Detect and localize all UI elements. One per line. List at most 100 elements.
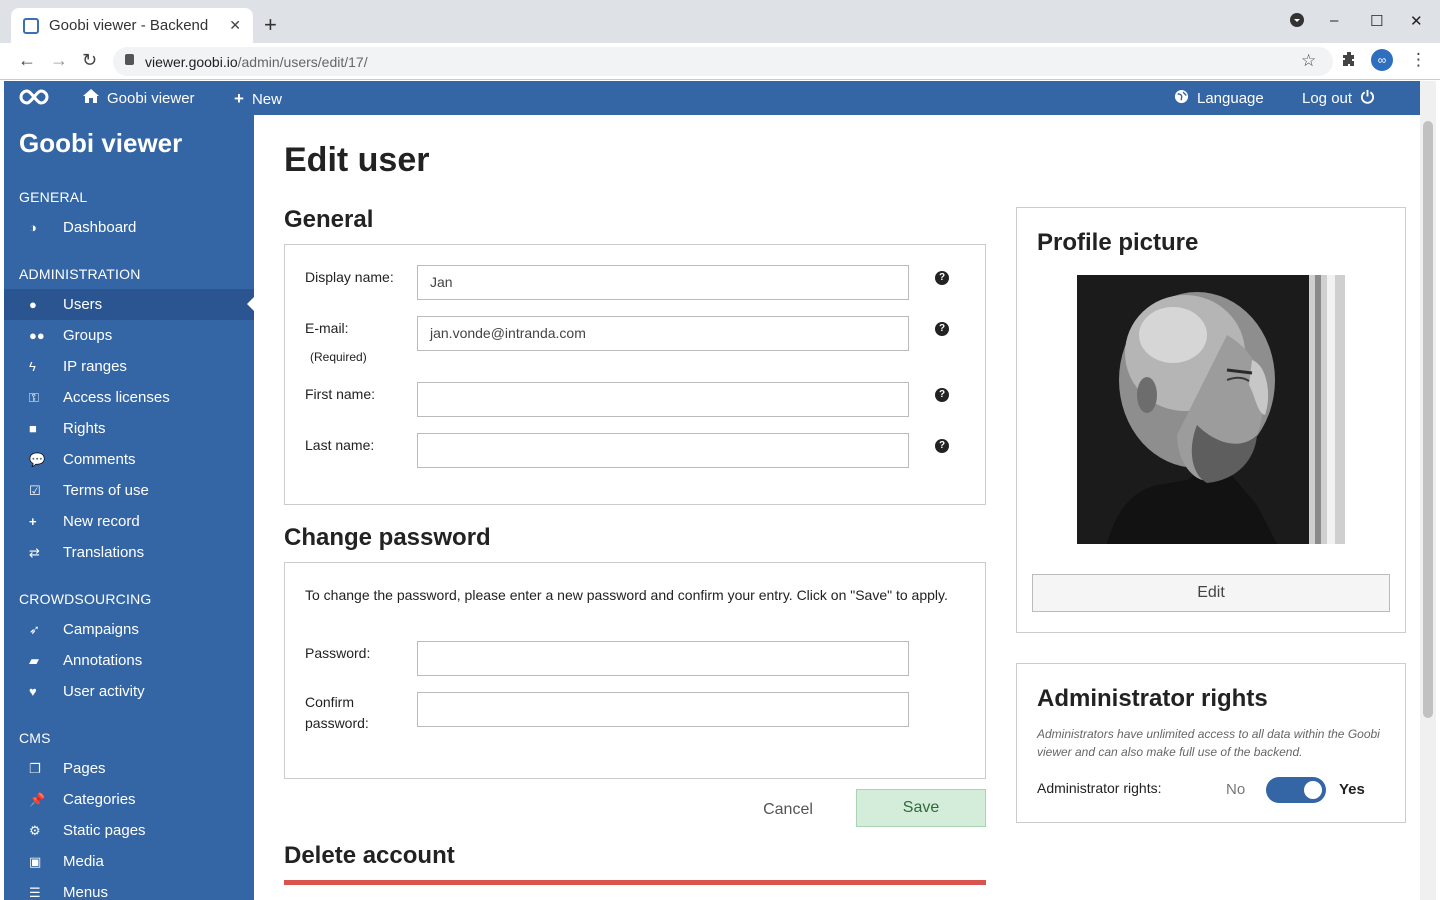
sidebar-item-static-pages[interactable]: ⚙ Static pages <box>4 815 254 846</box>
help-icon[interactable]: ? <box>935 439 949 453</box>
sidebar-item-translations[interactable]: ⇄ Translations <box>4 537 254 568</box>
page-title: Edit user <box>284 141 430 179</box>
favicon-icon <box>23 17 39 34</box>
nav-goobi-viewer-link[interactable]: Goobi viewer <box>83 89 195 107</box>
sidebar-item-groups[interactable]: ●● Groups <box>4 320 254 351</box>
section-general: GENERAL <box>19 189 88 205</box>
sidebar-item-rights[interactable]: ■ Rights <box>4 413 254 444</box>
maximize-icon[interactable]: ☐ <box>1370 12 1383 30</box>
comment-icon: 💬 <box>29 451 46 467</box>
toggle-yes-label: Yes <box>1339 781 1365 798</box>
edit-profile-picture-button[interactable]: Edit <box>1032 574 1390 612</box>
sidebar-item-label: Media <box>63 853 104 870</box>
nav-new-button[interactable]: + New <box>234 89 282 109</box>
first-name-field[interactable] <box>417 382 909 417</box>
reload-icon[interactable]: ↻ <box>82 50 97 71</box>
save-button[interactable]: Save <box>856 789 986 827</box>
sidebar-item-categories[interactable]: 📌 Categories <box>4 784 254 815</box>
last-name-field[interactable] <box>417 433 909 468</box>
plus-icon: + <box>29 514 37 529</box>
display-name-label: Display name: <box>305 269 394 285</box>
change-password-heading: Change password <box>284 524 491 551</box>
toggle-no-label: No <box>1226 781 1246 798</box>
address-bar[interactable]: viewer.goobi.io/admin/users/edit/17/ <box>113 47 1333 76</box>
language-menu[interactable]: Language <box>1174 89 1264 108</box>
tab-title: Goobi viewer - Backend <box>49 17 209 34</box>
sidebar-item-users[interactable]: ● Users <box>4 289 254 320</box>
profile-picture-panel: Profile picture Edit <box>1016 207 1406 633</box>
rocket-icon: ➶ <box>29 621 40 637</box>
sidebar-item-label: Terms of use <box>63 482 149 499</box>
sidebar-item-dashboard[interactable]: ◑ Dashboard <box>4 212 254 243</box>
new-tab-icon[interactable]: + <box>264 12 277 38</box>
section-crowdsourcing: CROWDSOURCING <box>19 591 152 607</box>
admin-rights-note: Administrators have unlimited access to … <box>1037 727 1380 759</box>
sidebar-item-label: Static pages <box>63 822 146 839</box>
sidebar-item-label: Rights <box>63 420 106 437</box>
sidebar-item-ip-ranges[interactable]: ϟ IP ranges <box>4 351 254 382</box>
extensions-icon[interactable] <box>1341 51 1357 72</box>
cancel-button[interactable]: Cancel <box>738 792 838 828</box>
email-label: E-mail: <box>305 320 349 336</box>
back-icon[interactable]: ← <box>18 50 36 71</box>
sidebar-item-media[interactable]: ▣ Media <box>4 846 254 877</box>
sidebar-item-new-record[interactable]: + New record <box>4 506 254 537</box>
confirm-password-field[interactable] <box>417 692 909 727</box>
profile-avatar-icon[interactable]: ∞ <box>1371 49 1393 71</box>
sidebar-item-menus[interactable]: ☰ Menus <box>4 877 254 900</box>
sidebar-item-label: Groups <box>63 327 113 344</box>
globe-icon <box>1174 89 1189 108</box>
sidebar-item-annotations[interactable]: ▰ Annotations <box>4 645 254 676</box>
password-panel: To change the password, please enter a n… <box>284 562 986 779</box>
plus-icon: + <box>234 89 244 108</box>
sidebar-item-label: Comments <box>63 451 136 468</box>
sidebar-item-comments[interactable]: 💬 Comments <box>4 444 254 475</box>
cogs-icon: ⚙ <box>29 822 41 838</box>
sidebar-item-pages[interactable]: ❐ Pages <box>4 753 254 784</box>
admin-rights-toggle[interactable] <box>1266 777 1326 803</box>
admin-rights-panel: Administrator rights Administrators have… <box>1016 663 1406 823</box>
display-name-field[interactable]: Jan <box>417 265 909 300</box>
help-icon[interactable]: ? <box>935 388 949 402</box>
home-icon <box>83 89 99 107</box>
last-name-label: Last name: <box>305 437 375 453</box>
app-top-nav: Goobi viewer + New Language Log out <box>4 81 1420 115</box>
page-scrollbar[interactable] <box>1420 81 1436 900</box>
logout-button[interactable]: Log out <box>1302 89 1375 108</box>
help-icon[interactable]: ? <box>935 322 949 336</box>
minimize-icon[interactable]: – <box>1330 12 1338 29</box>
email-required-note: (Required) <box>310 350 367 364</box>
tab-close-icon[interactable]: ✕ <box>229 17 241 34</box>
sidebar-item-terms-of-use[interactable]: ☑ Terms of use <box>4 475 254 506</box>
profile-avatar <box>1077 275 1345 544</box>
help-icon[interactable]: ? <box>935 271 949 285</box>
bookmark-star-icon[interactable]: ☆ <box>1301 51 1316 71</box>
general-panel: Display name: Jan ? E-mail: (Required) j… <box>284 244 986 505</box>
sidebar-item-label: Annotations <box>63 652 143 669</box>
confirm-password-label-line1: Confirm <box>305 694 355 710</box>
email-field[interactable]: jan.vonde@intranda.com <box>417 316 909 351</box>
checkbox-icon: ☑ <box>29 482 41 498</box>
forward-icon[interactable]: → <box>50 50 68 71</box>
sidebar-item-label: Campaigns <box>63 621 139 638</box>
sidebar-item-campaigns[interactable]: ➶ Campaigns <box>4 614 254 645</box>
dashboard-icon: ◑ <box>29 220 37 235</box>
scrollbar-thumb[interactable] <box>1423 121 1433 718</box>
sidebar-item-access-licenses[interactable]: ⚿ Access licenses <box>4 382 254 413</box>
browser-tab[interactable]: Goobi viewer - Backend ✕ <box>11 8 253 43</box>
main-content: Edit user General Display name: Jan ? E-… <box>254 115 1420 900</box>
profile-picture-heading: Profile picture <box>1037 229 1199 256</box>
close-window-icon[interactable]: ✕ <box>1410 12 1423 30</box>
goobi-logo-icon[interactable] <box>18 87 50 107</box>
sidebar-item-user-activity[interactable]: ♥ User activity <box>4 676 254 707</box>
password-info-text: To change the password, please enter a n… <box>305 587 948 603</box>
browser-menu-icon[interactable]: ⋮ <box>1410 50 1427 70</box>
password-field[interactable] <box>417 641 909 676</box>
admin-rights-heading: Administrator rights <box>1037 685 1268 712</box>
lock-icon: ■ <box>29 421 37 436</box>
bolt-icon: ϟ <box>29 359 36 374</box>
admin-rights-label: Administrator rights: <box>1037 780 1162 796</box>
power-icon <box>1360 89 1375 108</box>
tab-search-icon[interactable] <box>1289 12 1305 32</box>
toggle-knob <box>1304 781 1322 799</box>
